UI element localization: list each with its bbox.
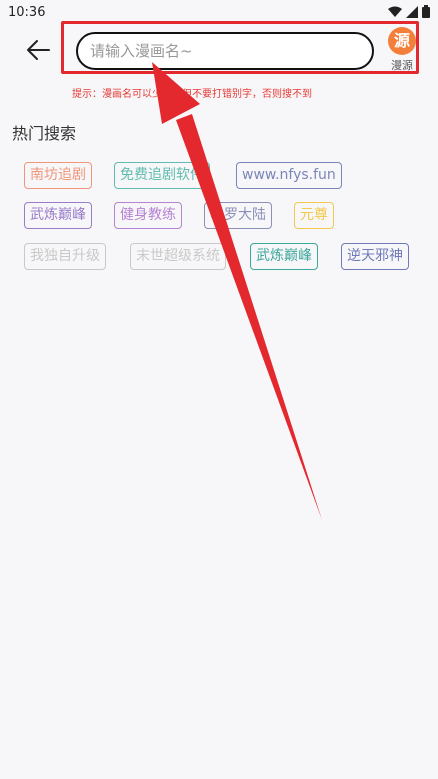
back-button[interactable]	[22, 36, 54, 68]
hot-tag[interactable]: 末世超级系统	[130, 243, 226, 270]
hot-tag[interactable]: 斗罗大陆	[204, 202, 272, 229]
hot-tag[interactable]: www.nfys.fun	[236, 162, 342, 189]
hot-tag[interactable]: 健身教练	[114, 202, 182, 229]
hot-tag[interactable]: 南坊追剧	[24, 162, 92, 189]
battery-icon	[422, 5, 430, 18]
hot-tag[interactable]: 武炼巅峰	[250, 243, 318, 270]
hot-tag[interactable]: 元尊	[294, 202, 334, 229]
signal-icon	[406, 5, 418, 18]
hot-tag[interactable]: 武炼巅峰	[24, 202, 92, 229]
hot-tag[interactable]: 免费追剧软件	[114, 162, 210, 189]
search-tip: 提示：漫画名可以少打，但不要打错别字，否则搜不到	[72, 89, 312, 100]
highlight-box	[61, 21, 419, 74]
search-page: 10:36 源 漫源 提示：漫画名可以少	[0, 0, 438, 779]
hot-search-title: 热门搜索	[12, 124, 77, 143]
arrow-left-icon	[25, 39, 51, 65]
status-icons	[388, 5, 430, 18]
hot-tag[interactable]: 逆天邪神	[341, 243, 409, 270]
hot-tag[interactable]: 我独自升级	[24, 243, 106, 270]
search-bar-row: 源 漫源	[0, 21, 438, 80]
annotation-arrow	[152, 62, 322, 520]
wifi-icon	[388, 6, 402, 18]
status-time: 10:36	[8, 5, 46, 20]
